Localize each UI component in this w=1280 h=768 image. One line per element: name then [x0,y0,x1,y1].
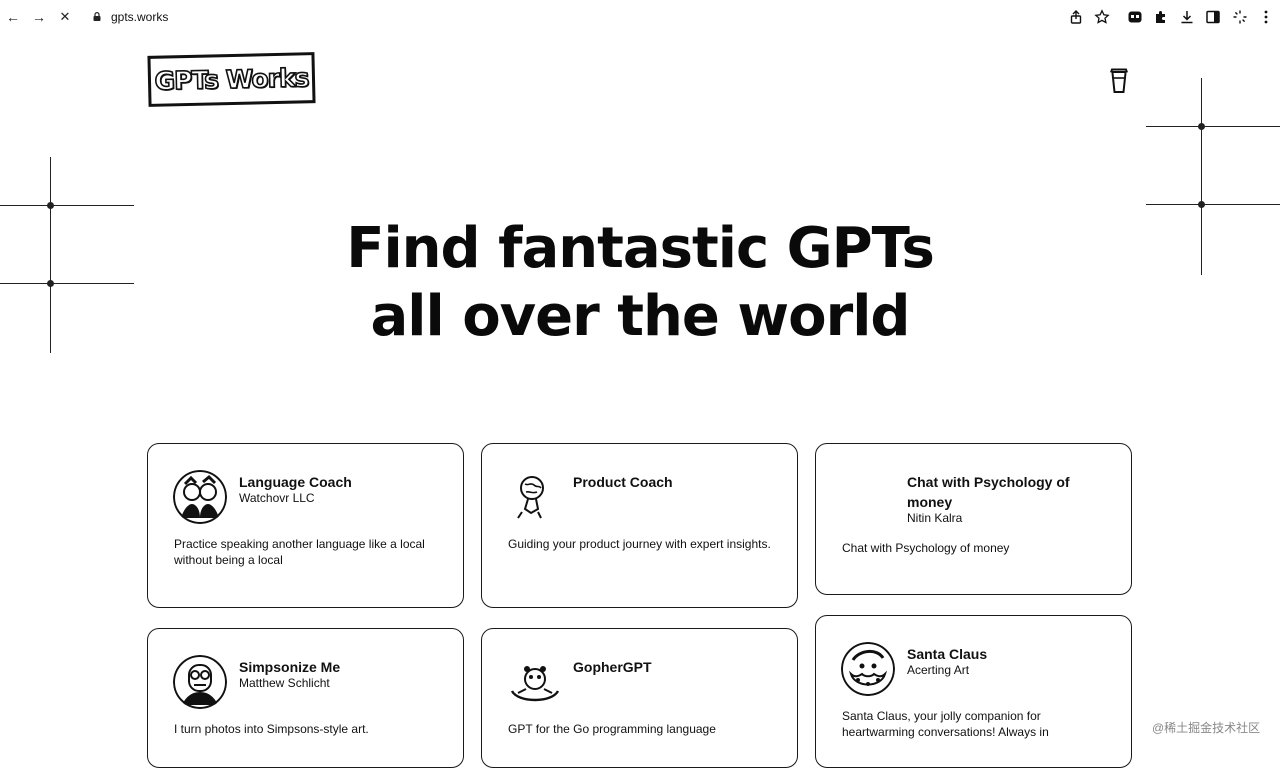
card-author: Nitin Kalra [907,511,963,525]
santa-claus-avatar [841,642,895,696]
bookmark-star-icon[interactable] [1094,9,1110,25]
psychology-of-money-avatar [841,470,895,524]
hero-line-2: all over the world [370,284,911,349]
card-title: Chat with Psychology of money [907,474,1070,510]
download-icon[interactable] [1179,9,1195,25]
card-description: Practice speaking another language like … [174,537,425,567]
card-description: I turn photos into Simpsons-style art. [174,722,369,736]
coffee-cup-icon[interactable] [1108,66,1130,94]
extensions-puzzle-icon[interactable] [1153,9,1169,25]
browser-toolbar: ← → ✕ gpts.works [0,0,1280,34]
watermark: @稀土掘金技术社区 [1152,721,1261,735]
gpt-card-language-coach[interactable]: Language Coach Watchovr LLC Practice spe… [147,443,464,608]
forward-icon[interactable]: → [30,8,48,26]
card-author: Matthew Schlicht [239,676,330,690]
logo-text: GPTs Works [153,62,309,96]
stop-loading-icon[interactable]: ✕ [56,8,74,26]
simpsonize-me-avatar [173,655,227,709]
hero-line-1: Find fantastic GPTs [346,216,935,281]
menu-more-icon[interactable] [1258,9,1274,25]
lock-icon [93,12,101,21]
share-icon[interactable] [1068,9,1084,25]
hero-heading: Find fantastic GPTs all over the world [0,215,1280,351]
back-icon[interactable]: ← [4,8,22,26]
side-panel-icon[interactable] [1205,9,1221,25]
address-bar[interactable]: gpts.works [111,10,168,24]
gpt-card-psychology-of-money[interactable]: Chat with Psychology of money Nitin Kalr… [815,443,1132,595]
card-title: Santa Claus [907,646,988,662]
card-title: GopherGPT [573,659,652,675]
extension-app-icon[interactable] [1127,9,1143,25]
card-author: Acerting Art [907,663,970,677]
card-description: Santa Claus, your jolly companion for he… [842,709,1049,739]
product-coach-avatar [517,476,544,519]
card-description: Guiding your product journey with expert… [508,537,771,551]
card-author: Watchovr LLC [239,491,315,505]
gpt-card-santa-claus[interactable]: Santa Claus Acerting Art Santa Claus, yo… [815,615,1132,768]
language-coach-avatar [173,470,227,524]
card-title: Simpsonize Me [239,659,341,675]
gpt-card-product-coach[interactable]: Product Coach Guiding your product journ… [481,443,798,608]
card-title: Product Coach [573,474,673,490]
gophergpt-avatar [510,666,560,702]
gpt-card-gophergpt[interactable]: GopherGPT GPT for the Go programming lan… [481,628,798,768]
card-description: GPT for the Go programming language [508,722,716,736]
card-description: Chat with Psychology of money [842,541,1010,555]
site-logo[interactable]: GPTs Works [147,52,316,107]
card-title: Language Coach [239,474,352,490]
loading-spinner-icon [1233,10,1247,24]
gpt-card-simpsonize-me[interactable]: Simpsonize Me Matthew Schlicht I turn ph… [147,628,464,768]
